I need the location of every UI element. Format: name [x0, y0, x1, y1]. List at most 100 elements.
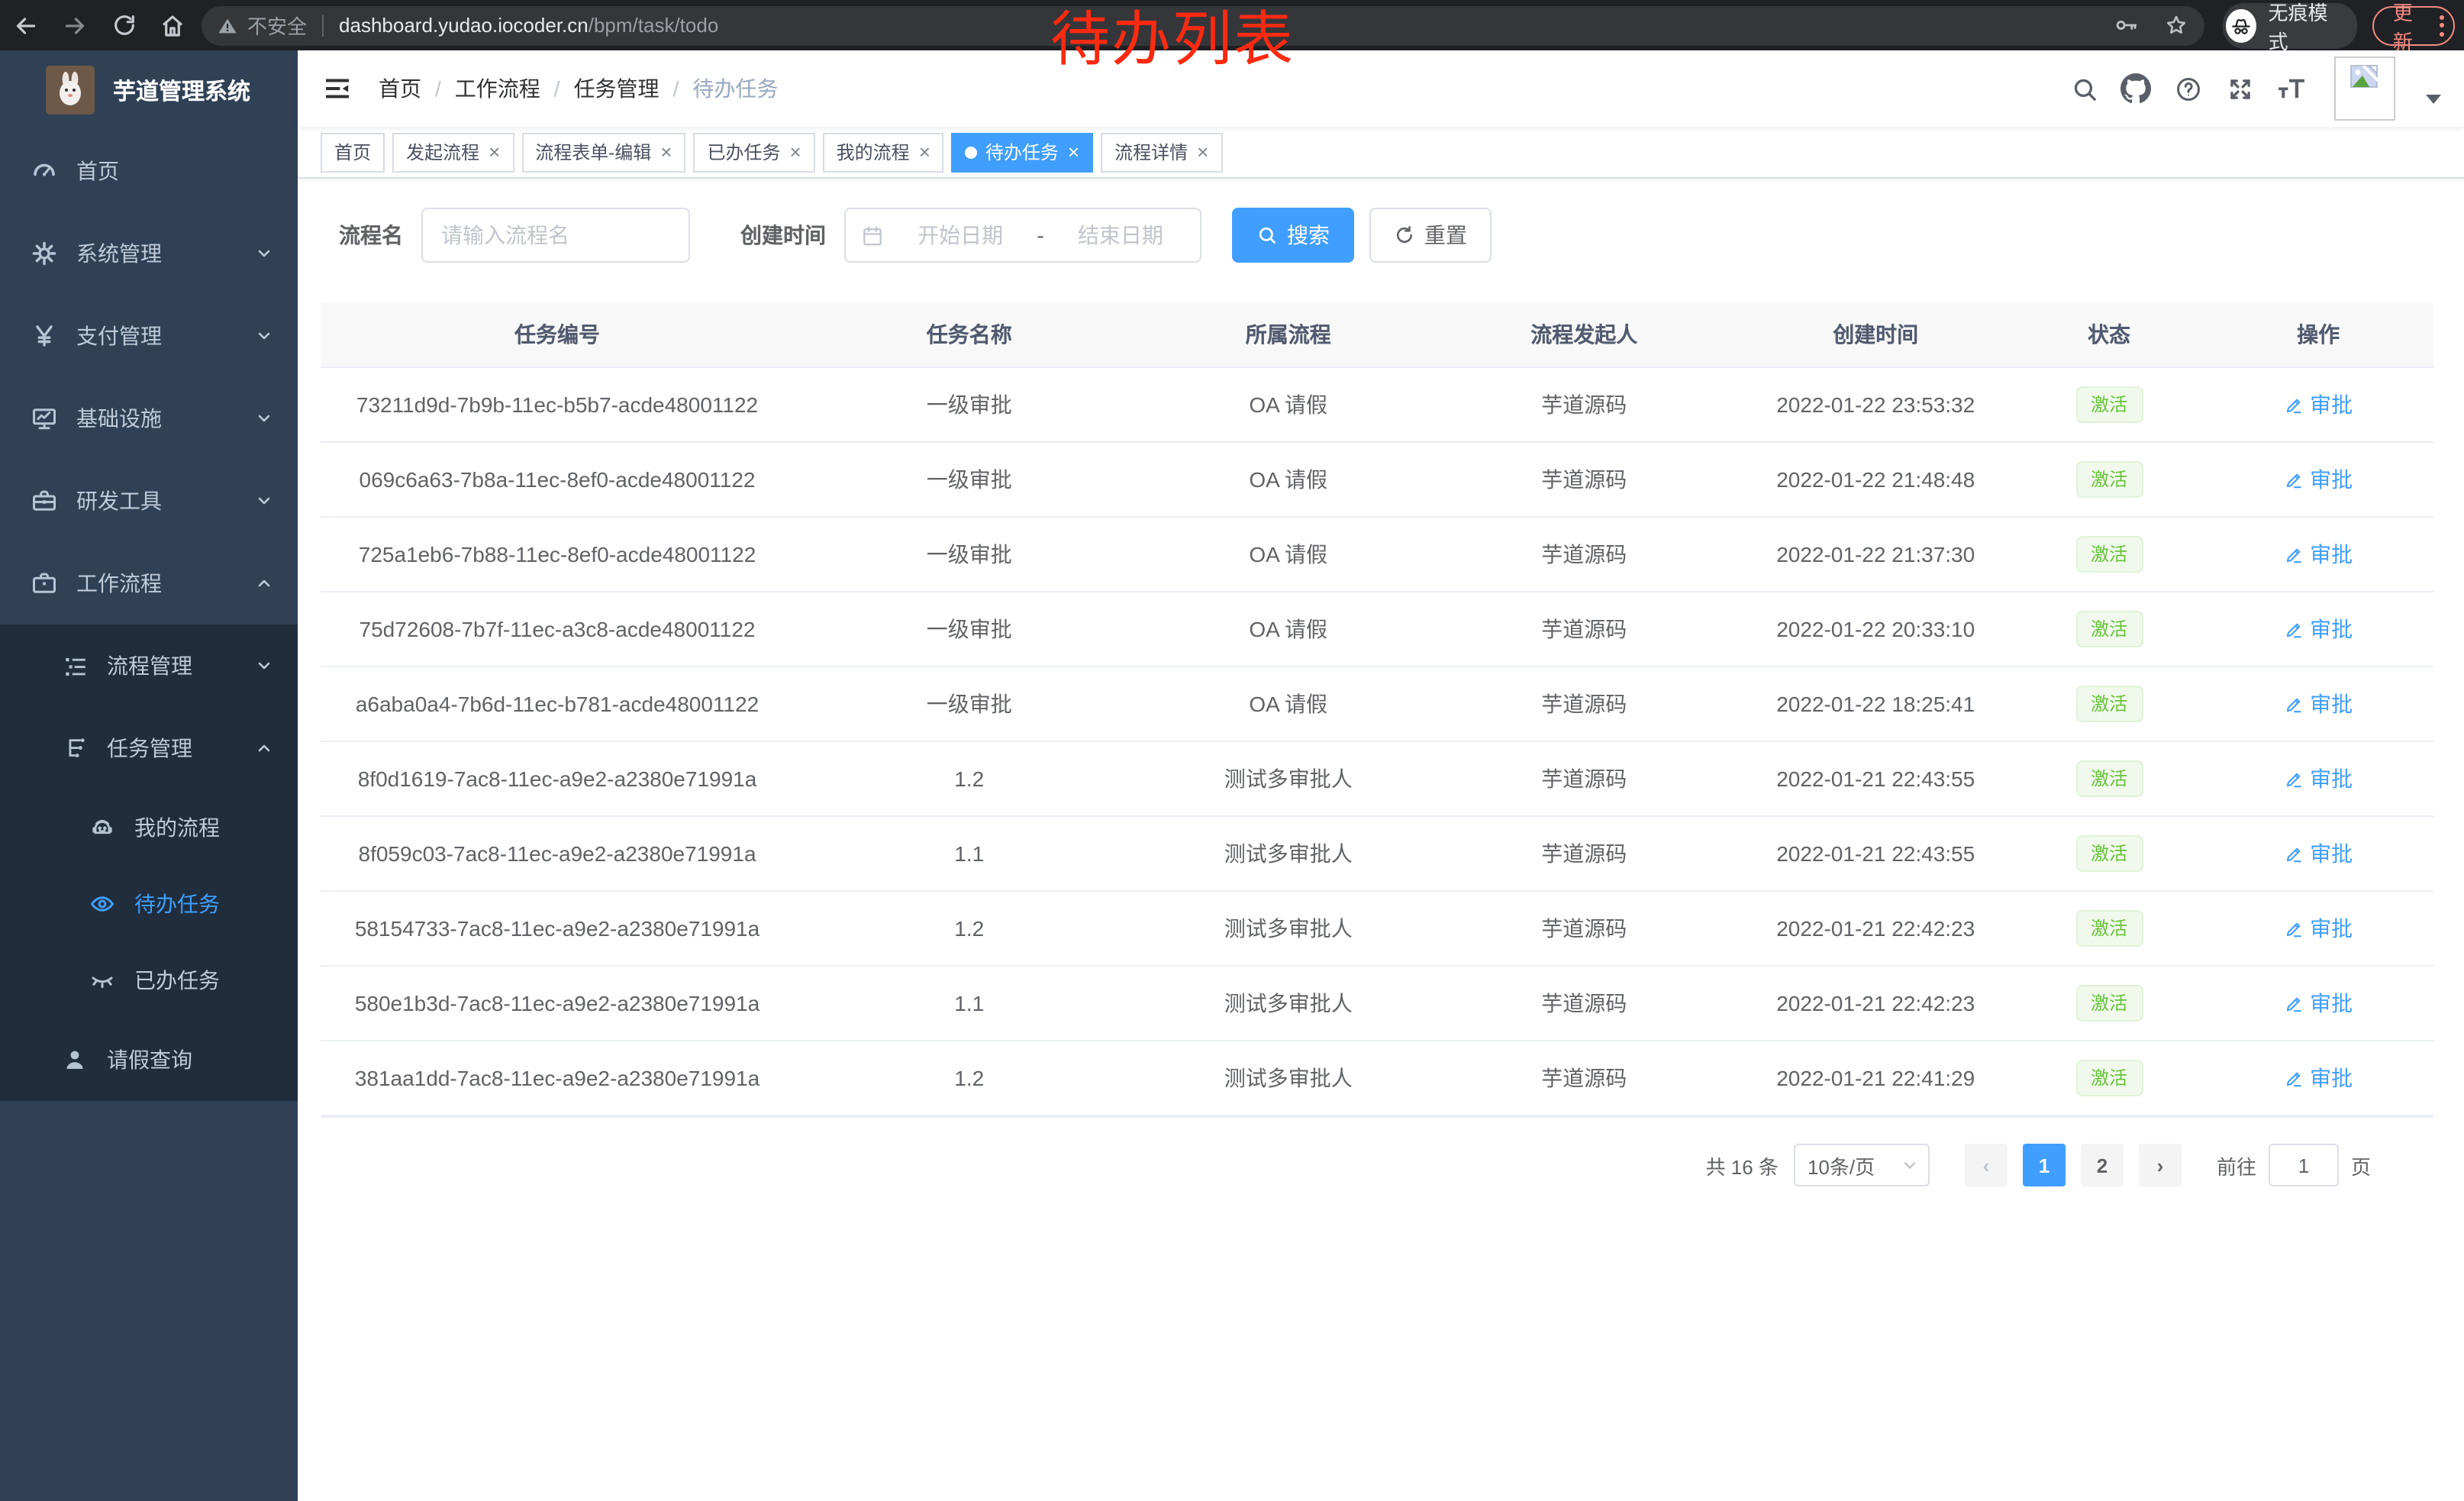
eye-icon	[89, 890, 116, 918]
status-badge: 激活	[2075, 461, 2143, 498]
table-row: 725a1eb6-7b88-11ec-8ef0-acde48001122一级审批…	[321, 517, 2433, 592]
address-bar[interactable]: 不安全 dashboard.yudao.iocoder.cn/bpm/task/…	[202, 5, 2204, 45]
sidebar-item-payment-management[interactable]: 支付管理	[0, 295, 298, 377]
task-name-cell: 一级审批	[794, 667, 1144, 741]
fullscreen-icon[interactable]	[2224, 73, 2255, 104]
chevron-up-icon	[255, 739, 273, 757]
help-icon[interactable]	[2172, 73, 2203, 104]
close-icon[interactable]: ×	[660, 142, 672, 162]
sidebar-item-leave-query[interactable]: 请假查询	[0, 1018, 298, 1101]
process-name-input[interactable]	[421, 208, 690, 263]
tab-process-detail[interactable]: 流程详情×	[1101, 132, 1222, 172]
table-row: 8f0d1619-7ac8-11ec-a9e2-a2380e71991a1.2测…	[321, 741, 2433, 816]
sidebar-item-todo-tasks[interactable]: 待办任务	[0, 866, 298, 942]
user-icon	[61, 1046, 89, 1073]
tab-start-process[interactable]: 发起流程×	[392, 132, 514, 172]
avatar-dropdown-caret[interactable]	[2426, 95, 2441, 104]
browser-back-icon[interactable]	[12, 11, 40, 39]
active-tab-dot	[966, 146, 978, 158]
app-logo-row[interactable]: 芋道管理系统	[0, 50, 298, 130]
search-icon[interactable]	[2069, 73, 2099, 104]
app-logo	[46, 66, 95, 115]
close-icon[interactable]: ×	[919, 142, 930, 162]
sidebar-item-task-management[interactable]: 任务管理	[0, 707, 298, 789]
search-button[interactable]: 搜索	[1232, 208, 1354, 263]
close-icon[interactable]: ×	[789, 142, 801, 162]
tab-my-process[interactable]: 我的流程×	[823, 132, 944, 172]
tab-form-edit[interactable]: 流程表单-编辑×	[521, 132, 685, 172]
font-size-icon[interactable]	[2276, 73, 2307, 104]
page-button-2[interactable]: 2	[2081, 1144, 2124, 1186]
key-icon[interactable]	[2113, 12, 2139, 38]
approve-link[interactable]: 审批	[2284, 389, 2353, 420]
breadcrumb-item: 待办任务	[692, 73, 778, 104]
breadcrumb-item[interactable]: 工作流程	[455, 73, 540, 104]
starter-cell: 芋道源码	[1432, 667, 1737, 741]
start-date-placeholder[interactable]: 开始日期	[896, 220, 1024, 250]
approve-link[interactable]: 审批	[2284, 464, 2353, 495]
approve-link[interactable]: 审批	[2284, 913, 2353, 944]
table-row: 75d72608-7b7f-11ec-a3c8-acde48001122一级审批…	[321, 592, 2433, 667]
browser-forward-icon[interactable]	[61, 11, 89, 39]
process-cell: 测试多审批人	[1145, 1041, 1432, 1115]
task-table: 任务编号任务名称所属流程流程发起人创建时间状态操作 73211d9d-7b9b-…	[321, 302, 2433, 1118]
date-range-picker[interactable]: 开始日期 - 结束日期	[844, 208, 1201, 263]
dashboard-icon	[31, 157, 58, 185]
list-icon	[61, 652, 89, 679]
approve-link[interactable]: 审批	[2284, 614, 2353, 644]
sidebar-item-infrastructure[interactable]: 基础设施	[0, 377, 298, 460]
created-time-cell: 2022-01-22 21:48:48	[1737, 442, 2015, 517]
column-header: 操作	[2203, 302, 2433, 367]
task-id-cell: 8f0d1619-7ac8-11ec-a9e2-a2380e71991a	[321, 741, 794, 816]
goto-page-input[interactable]	[2269, 1144, 2339, 1186]
sidebar-item-process-management[interactable]: 流程管理	[0, 625, 298, 707]
breadcrumb-separator: /	[673, 76, 679, 101]
eye-closed-icon	[89, 967, 116, 994]
tab-home[interactable]: 首页	[321, 132, 385, 172]
approve-link[interactable]: 审批	[2284, 539, 2353, 570]
tab-done-tasks[interactable]: 已办任务×	[693, 132, 814, 172]
close-icon[interactable]: ×	[1068, 142, 1079, 162]
chevron-down-icon	[255, 409, 273, 428]
breadcrumb-item[interactable]: 首页	[379, 73, 421, 104]
task-id-cell: 725a1eb6-7b88-11ec-8ef0-acde48001122	[321, 517, 794, 592]
breadcrumb-item[interactable]: 任务管理	[574, 73, 660, 104]
next-page-button[interactable]: ›	[2139, 1144, 2182, 1186]
sidebar-item-workflow[interactable]: 工作流程	[0, 542, 298, 625]
task-name-cell: 一级审批	[794, 367, 1144, 442]
sidebar-item-my-process[interactable]: 我的流程	[0, 789, 298, 866]
created-time-cell: 2022-01-21 22:43:55	[1737, 741, 2015, 816]
status-badge: 激活	[2075, 835, 2143, 872]
update-label[interactable]: 更新	[2393, 0, 2427, 54]
sidebar-item-done-tasks[interactable]: 已办任务	[0, 942, 298, 1018]
page-button-1[interactable]: 1	[2023, 1144, 2066, 1186]
sidebar-item-dev-tools[interactable]: 研发工具	[0, 460, 298, 542]
tags-view: 首页发起流程×流程表单-编辑×已办任务×我的流程×待办任务×流程详情×	[298, 127, 2464, 179]
reset-button[interactable]: 重置	[1369, 208, 1492, 263]
browser-menu-icon[interactable]	[2440, 15, 2444, 36]
sidebar-item-home[interactable]: 首页	[0, 130, 298, 212]
close-icon[interactable]: ×	[1197, 142, 1208, 162]
approve-link[interactable]: 审批	[2284, 763, 2353, 794]
tab-todo-tasks[interactable]: 待办任务×	[952, 132, 1093, 172]
browser-update-button[interactable]: 更新	[2373, 5, 2455, 45]
security-label[interactable]: 不安全	[247, 11, 307, 40]
avatar[interactable]	[2334, 56, 2395, 121]
browser-home-icon[interactable]	[159, 11, 186, 39]
approve-link[interactable]: 审批	[2284, 1063, 2353, 1093]
prev-page-button[interactable]: ‹	[1965, 1144, 2008, 1186]
bookmark-star-icon[interactable]	[2163, 12, 2189, 38]
github-icon[interactable]	[2121, 73, 2151, 104]
process-cell: OA 请假	[1145, 367, 1432, 442]
starter-cell: 芋道源码	[1432, 442, 1737, 517]
close-icon[interactable]: ×	[489, 142, 500, 162]
page-size-select[interactable]: 10条/页	[1794, 1144, 1930, 1186]
approve-link[interactable]: 审批	[2284, 689, 2353, 719]
approve-link[interactable]: 审批	[2284, 838, 2353, 869]
created-time-cell: 2022-01-21 22:42:23	[1737, 891, 2015, 966]
browser-reload-icon[interactable]	[110, 11, 137, 39]
end-date-placeholder[interactable]: 结束日期	[1056, 220, 1185, 250]
sidebar-collapse-icon[interactable]	[321, 72, 354, 105]
approve-link[interactable]: 审批	[2284, 988, 2353, 1018]
sidebar-item-system-management[interactable]: 系统管理	[0, 212, 298, 295]
